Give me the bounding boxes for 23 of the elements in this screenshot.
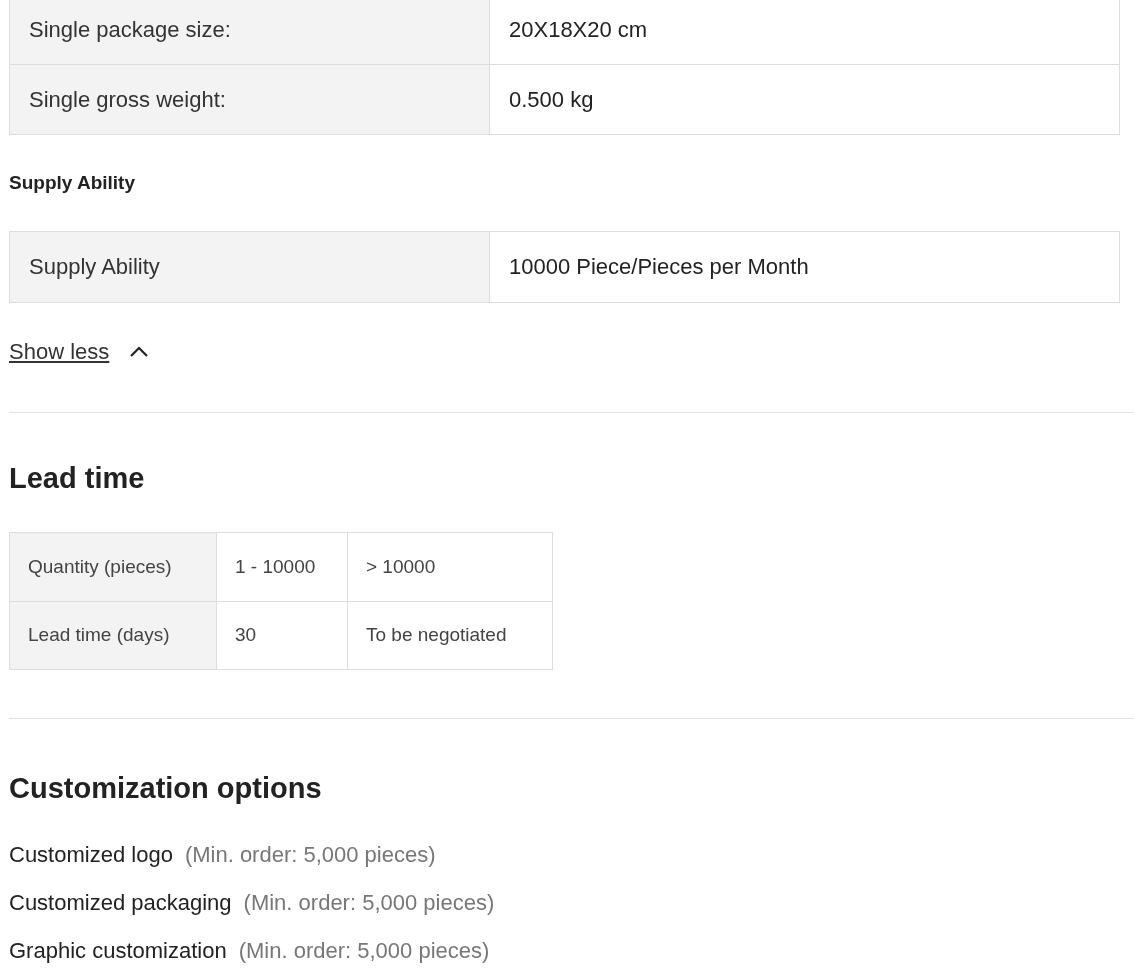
option-note: (Min. order: 5,000 pieces) [243, 889, 495, 917]
table-header-cell: Quantity (pieces) [10, 533, 217, 601]
table-cell: 30 [217, 602, 348, 669]
option-name: Customized logo [9, 841, 173, 869]
spec-value-cell-text: 20X18X20 cm [508, 15, 649, 44]
show-less-link[interactable]: Show less [9, 334, 150, 368]
section-heading: Customization options [9, 771, 323, 806]
option-name: Customized packaging [9, 889, 232, 917]
spec-value-cell-text: 0.500 kg [508, 86, 595, 114]
spec-label-cell: Single package size: [10, 0, 490, 64]
option-name: Graphic customization [9, 937, 227, 965]
table-header-cell: Lead time (days) [10, 602, 217, 669]
section-heading: Lead time [9, 460, 146, 496]
option-note: (Min. order: 5,000 pieces) [184, 841, 436, 869]
option-note: (Min. order: 5,000 pieces) [238, 937, 490, 965]
caret-icon [129, 344, 150, 358]
table-cell: 1 - 10000 [217, 533, 348, 601]
table-cell-text: To be negotiated [365, 623, 508, 648]
spec-label-cell: Single gross weight: [10, 65, 490, 134]
spec-label-cell: Supply Ability [10, 231, 490, 302]
table-cell-text: > 10000 [365, 554, 437, 579]
section-subheading: Supply Ability [9, 171, 136, 195]
spec-value-cell-text: 10000 Piece/Pieces per Month [508, 253, 810, 281]
